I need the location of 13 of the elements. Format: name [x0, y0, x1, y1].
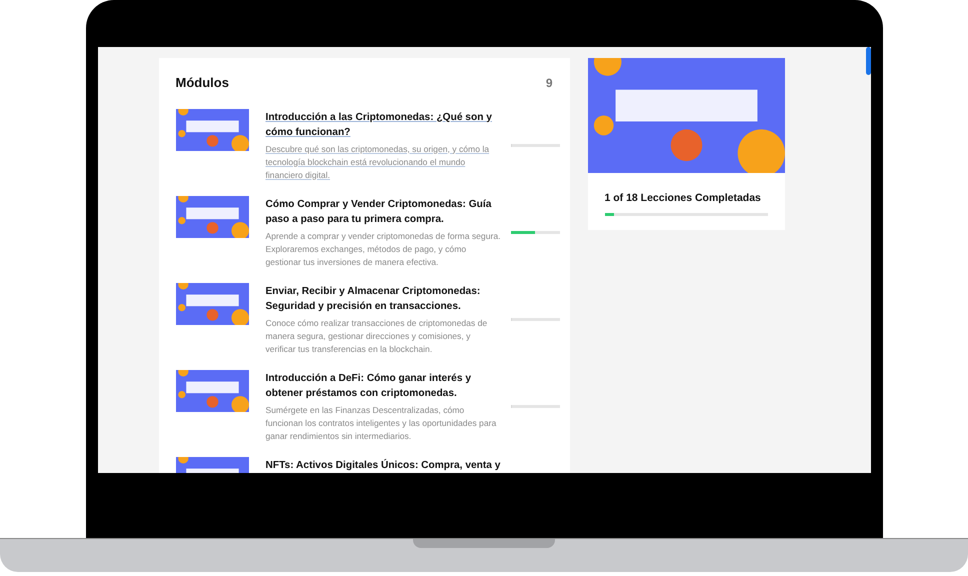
module-title[interactable]: Cómo Comprar y Vender Criptomonedas: Guía paso a paso para tu primera compra. — [266, 196, 502, 226]
module-description: Descubre qué son las criptomonedas, su origen, y cómo la tecnología blockchain está revolucionando el mundo financiero digital. — [266, 142, 490, 182]
module-title[interactable]: Introducción a DeFi: Cómo ganar interés y obtener préstamos con criptomonedas. — [266, 370, 502, 400]
module-title[interactable]: Introducción a las Criptomonedas: ¿Qué son y cómo funcionan? — [266, 110, 502, 140]
module-description: Conoce cómo realizar transacciones de criptomonedas de manera segura, gestionar direcciones y comisiones, y verificar tus transferencias en la blockchain. — [266, 316, 488, 356]
module-title[interactable]: Enviar, Recibir y Almacenar Criptomonedas: Seguridad y precisión en transacciones. — [266, 284, 502, 314]
module-description: Aprende a comprar y vender criptomonedas de forma segura. Exploraremos exchanges, métodos de pago, y cómo gestionar tus inversiones de manera efectiva. — [266, 230, 502, 268]
progress-label: 1 of 18 Lecciones Completadas — [604, 191, 762, 206]
scrollbar[interactable] — [866, 47, 870, 75]
modules-heading: Módulos — [176, 74, 229, 92]
modules-count: 9 — [546, 74, 552, 92]
module-title[interactable]: NFTs: Activos Digitales Únicos: Compra, venta y — [266, 458, 502, 472]
module-description: Sumérgete en las Finanzas Descentralizadas, cómo funcionan los contratos inteligentes y las oportunidades para ganar rendimientos sin intermediarios. — [266, 404, 498, 442]
